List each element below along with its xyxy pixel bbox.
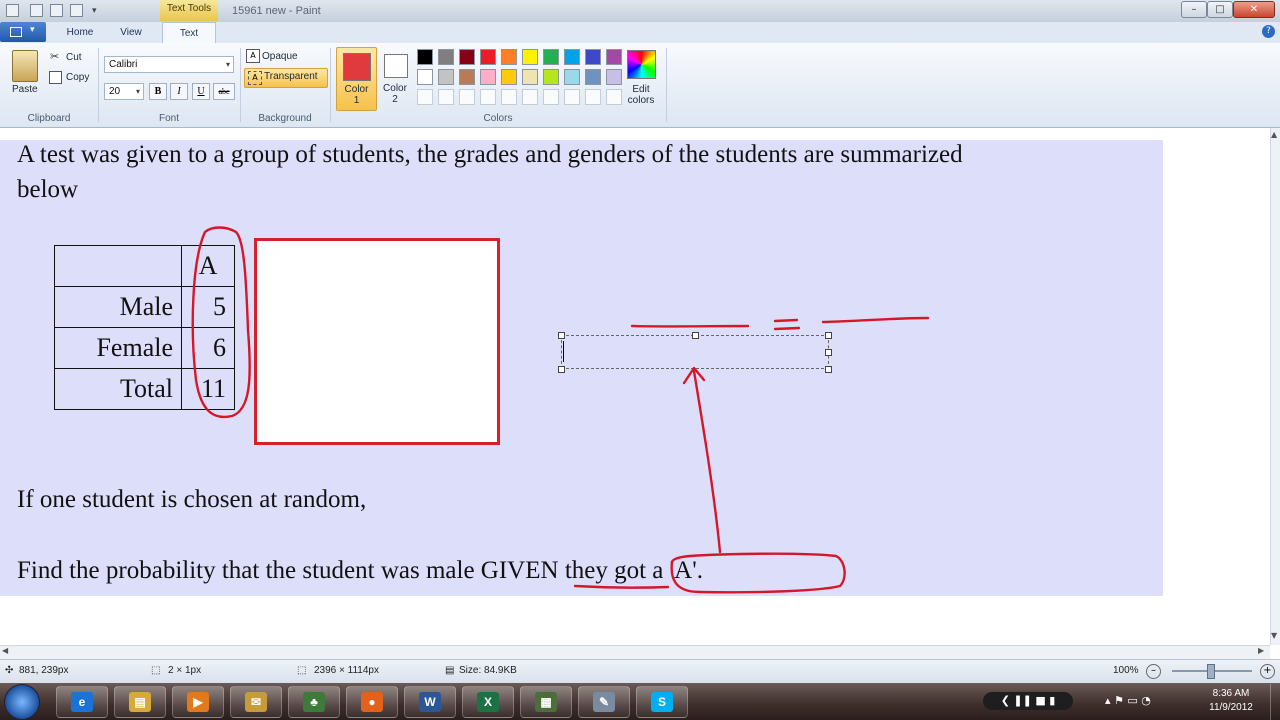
scroll-up-icon[interactable]: ▲ [1271, 130, 1277, 139]
taskbar-button-messenger[interactable]: ✉ [230, 686, 282, 718]
selection-size: 2 × 1px [168, 665, 202, 676]
fraction-line-right [821, 316, 930, 324]
image-size: 2396 × 1114px [314, 665, 379, 676]
taskbar-button-skype[interactable]: S [636, 686, 688, 718]
tray-icons[interactable]: ▴ ⚑ ▭ ◔ [1105, 694, 1151, 707]
arrow-shaft [692, 369, 722, 554]
zoom-level: 100% [1113, 665, 1139, 676]
cursor-position: 881, 239px [19, 665, 69, 676]
excel-icon: X [477, 692, 499, 712]
cursor-position-icon: ✣ [5, 665, 14, 676]
selection-size-icon: ⬚ [151, 665, 161, 676]
circle-around-a-column [191, 226, 251, 419]
media-controls[interactable]: ❮ ❚❚ ■ ▮ [983, 692, 1073, 710]
scroll-right-icon[interactable]: ▶ [1258, 646, 1264, 655]
messenger-icon: ✉ [245, 692, 267, 712]
internet-explorer-icon: e [71, 692, 93, 712]
game-icon: ♣ [303, 692, 325, 712]
horizontal-scrollbar[interactable] [0, 645, 1270, 660]
circle-around-given-phrase [670, 552, 846, 594]
taskbar-button-paint[interactable]: ✎ [578, 686, 630, 718]
calculator-icon: ▦ [535, 692, 557, 712]
file-size-icon: ▤ [445, 665, 455, 676]
scroll-down-icon[interactable]: ▼ [1271, 631, 1277, 640]
file-size: Size: 84.9KB [459, 665, 517, 676]
taskbar-button-firefox[interactable]: ● [346, 686, 398, 718]
taskbar-button-game[interactable]: ♣ [288, 686, 340, 718]
clock-time: 8:36 AM [1212, 688, 1250, 699]
taskbar-button-excel[interactable]: X [462, 686, 514, 718]
zoom-out-button[interactable]: – [1146, 664, 1161, 679]
vertical-scrollbar[interactable] [1270, 128, 1280, 645]
firefox-icon: ● [361, 692, 383, 712]
paint-icon: ✎ [593, 692, 615, 712]
taskbar-button-word[interactable]: W [404, 686, 456, 718]
skype-icon: S [651, 692, 673, 712]
start-button[interactable] [4, 684, 40, 720]
taskbar-clock[interactable]: 8:36 AM 11/9/2012 [1196, 687, 1266, 715]
zoom-slider-thumb[interactable] [1207, 664, 1215, 679]
media-player-icon: ▶ [187, 692, 209, 712]
taskbar-button-internet-explorer[interactable]: e [56, 686, 108, 718]
word-icon: W [419, 692, 441, 712]
file-explorer-icon: ▤ [129, 692, 151, 712]
taskbar-button-media-player[interactable]: ▶ [172, 686, 224, 718]
show-desktop-button[interactable] [1270, 684, 1280, 720]
underline-given [573, 584, 670, 589]
clock-date: 11/9/2012 [1209, 702, 1253, 713]
equals-sign [773, 318, 801, 331]
taskbar-button-calculator[interactable]: ▦ [520, 686, 572, 718]
annotation-layer [191, 226, 930, 594]
zoom-in-button[interactable]: + [1260, 664, 1275, 679]
taskbar-button-file-explorer[interactable]: ▤ [114, 686, 166, 718]
image-size-icon: ⬚ [297, 665, 307, 676]
scroll-left-icon[interactable]: ◀ [2, 646, 8, 655]
